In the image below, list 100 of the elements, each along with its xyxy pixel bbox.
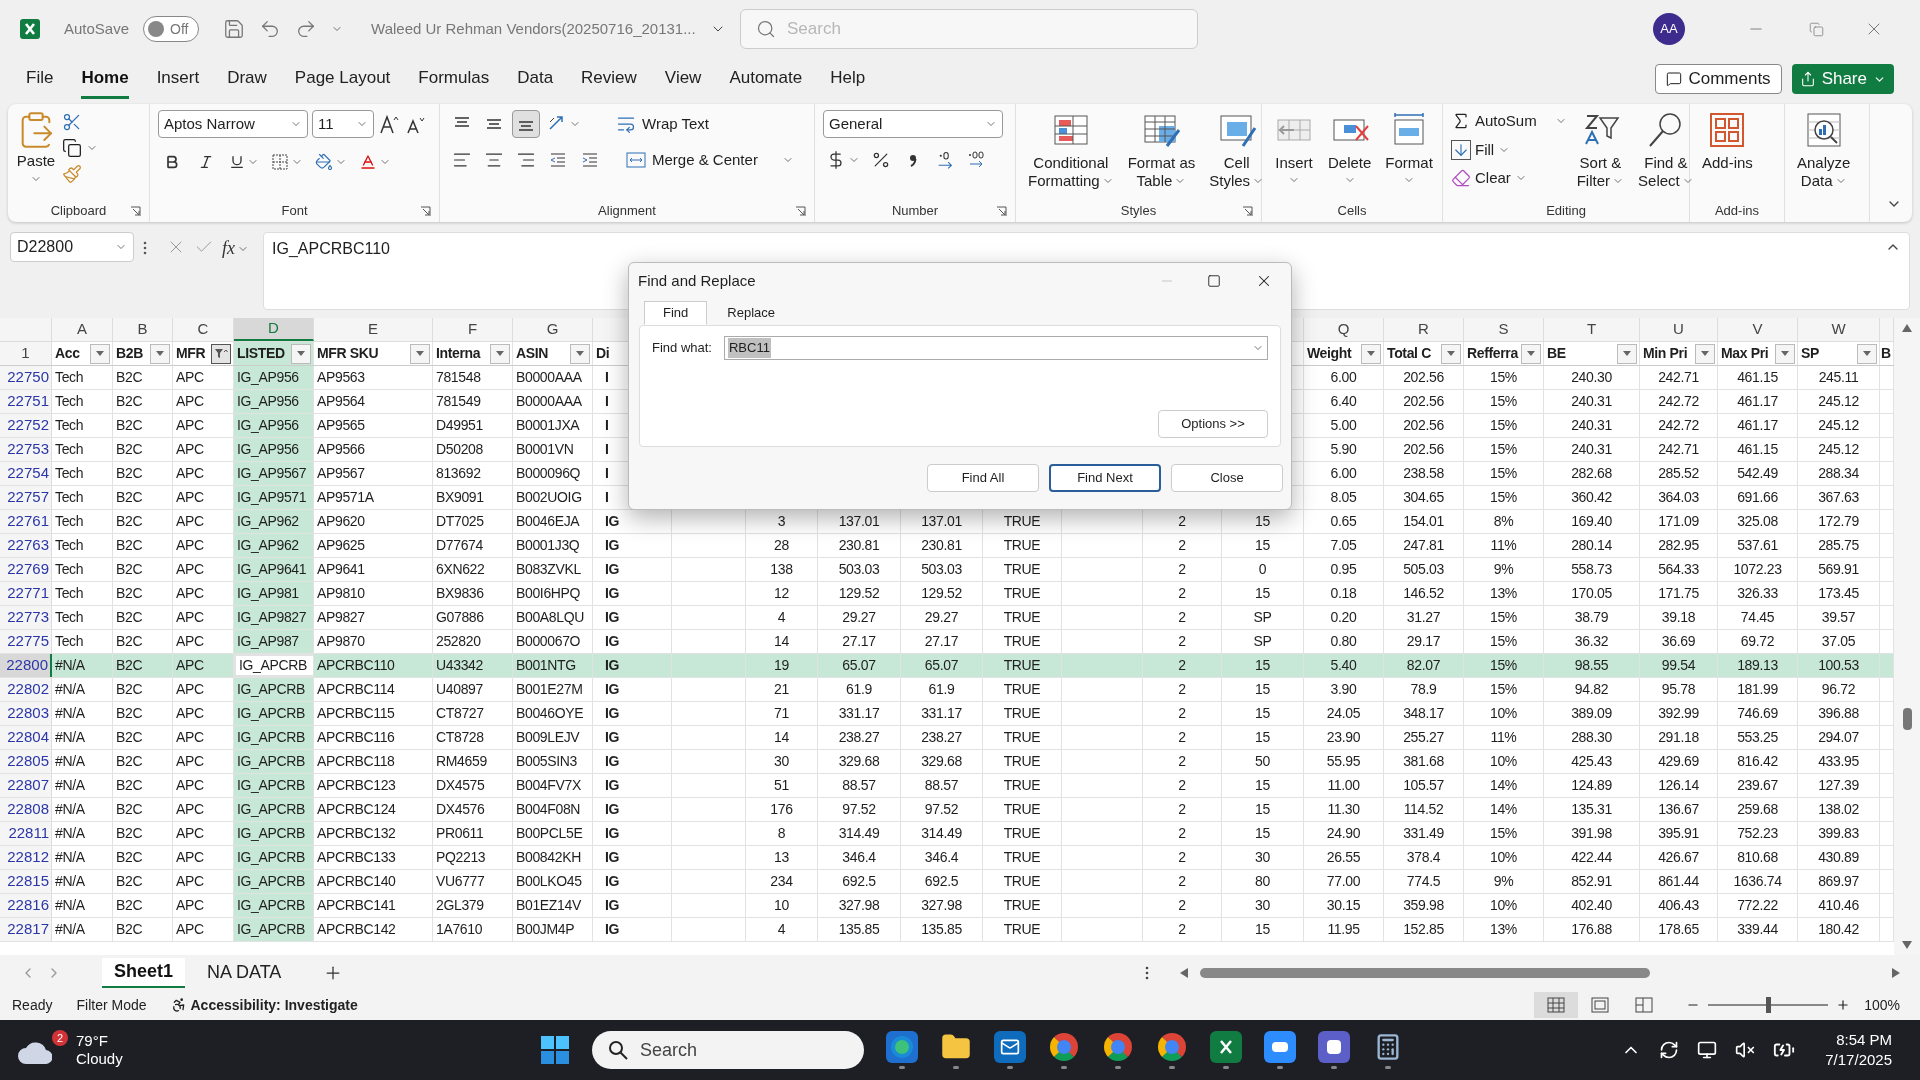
column-letter[interactable]: D — [268, 318, 279, 340]
ribbon-button[interactable]: Format — [1381, 110, 1437, 186]
ribbon-button[interactable]: Analyze Data — [1793, 110, 1855, 190]
sync-icon[interactable] — [1659, 1040, 1680, 1060]
fill-button[interactable]: Fill — [1451, 138, 1567, 161]
menu-tab[interactable]: Home — [81, 58, 129, 100]
column-letter[interactable]: V — [1752, 318, 1763, 341]
options-button[interactable]: Options >> — [1158, 410, 1268, 438]
dialog-button[interactable]: Close — [1171, 464, 1283, 492]
column-letter[interactable]: E — [368, 318, 378, 341]
user-avatar[interactable]: AA — [1653, 13, 1685, 45]
zoom-slider-thumb[interactable] — [1766, 997, 1772, 1013]
wrap-text-button[interactable]: Wrap Text — [616, 112, 709, 136]
column-letter[interactable]: A — [77, 318, 87, 341]
comments-button[interactable]: Comments — [1655, 64, 1782, 94]
column-letter[interactable]: C — [197, 318, 209, 341]
filter-button[interactable] — [211, 343, 231, 364]
column-letter[interactable]: U — [1673, 318, 1684, 341]
paste-button[interactable]: Paste — [16, 110, 56, 185]
file-name[interactable]: Waleed Ur Rehman Vendors(20250716_20131... — [371, 17, 696, 41]
zoom-in-icon[interactable] — [1836, 998, 1851, 1012]
save-icon[interactable] — [223, 18, 246, 40]
menu-tab[interactable]: Page Layout — [294, 58, 391, 100]
zoom-percent[interactable]: 100% — [1864, 994, 1900, 1016]
find-what-field[interactable]: RBC11 — [724, 336, 1268, 360]
name-box[interactable]: D22800 — [10, 232, 134, 262]
filter-button[interactable] — [1521, 343, 1541, 364]
spreadsheet-app-icon[interactable] — [1210, 1031, 1242, 1063]
filter-button[interactable] — [1361, 343, 1381, 364]
font-size-select[interactable]: 11 — [312, 110, 374, 138]
merge-center-button[interactable]: Merge & Center — [626, 148, 794, 172]
column-letter[interactable]: W — [1831, 318, 1846, 341]
menu-tab[interactable]: Draw — [227, 58, 267, 100]
formula-text[interactable]: IG_APCRBC110 — [272, 237, 1885, 261]
scroll-down-icon[interactable] — [1902, 941, 1912, 949]
ribbon-button[interactable]: Sort & Filter — [1572, 110, 1629, 190]
clear-button[interactable]: Clear — [1451, 167, 1567, 190]
menu-tab[interactable]: Help — [830, 58, 866, 100]
browser-icon[interactable] — [886, 1031, 918, 1063]
menu-tab[interactable]: Formulas — [418, 58, 490, 100]
vertical-align-button[interactable] — [512, 110, 540, 138]
dialog-launcher-icon[interactable] — [996, 206, 1007, 217]
ribbon-button[interactable]: Format as Table — [1123, 110, 1200, 190]
font-family-select[interactable]: Aptos Narrow — [158, 110, 308, 138]
maximize-icon[interactable] — [1207, 274, 1221, 288]
filter-button[interactable] — [291, 343, 311, 364]
video-call-icon[interactable] — [1264, 1031, 1296, 1063]
more-options-icon[interactable] — [142, 240, 148, 256]
cut-icon[interactable] — [62, 112, 82, 132]
filter-button[interactable] — [570, 343, 590, 364]
menu-tab[interactable]: Data — [517, 58, 554, 100]
sheet-tab[interactable]: Sheet1 — [102, 957, 186, 988]
taskbar-search-field[interactable]: Search — [592, 1031, 864, 1069]
filter-button[interactable] — [1695, 343, 1715, 364]
row-number[interactable]: 1 — [21, 342, 30, 365]
grow-font-icon[interactable] — [378, 113, 400, 135]
column-letter[interactable]: S — [1498, 318, 1509, 341]
clock-time[interactable]: 8:54 PM — [1836, 1030, 1892, 1050]
dialog-tab[interactable]: Find — [644, 301, 708, 325]
insert-function-button[interactable]: fx — [222, 235, 249, 262]
scroll-left-icon[interactable] — [1180, 967, 1188, 978]
chat-app-icon[interactable] — [1318, 1031, 1350, 1063]
dialog-launcher-icon[interactable] — [420, 206, 431, 217]
accessibility-button[interactable]: Accessibility: Investigate — [170, 994, 358, 1016]
copy-icon[interactable] — [62, 138, 82, 158]
dialog-launcher-icon[interactable] — [130, 206, 141, 217]
mail-icon[interactable] — [994, 1031, 1026, 1063]
menu-tab[interactable]: Insert — [156, 58, 200, 100]
menu-tab[interactable]: View — [664, 58, 702, 100]
more-options-icon[interactable] — [1144, 964, 1150, 981]
share-button[interactable]: Share — [1791, 64, 1894, 94]
ribbon-button[interactable]: Delete — [1324, 110, 1376, 186]
scroll-thumb[interactable] — [1902, 708, 1912, 730]
start-icon[interactable] — [540, 1035, 570, 1065]
column-letter[interactable]: G — [546, 318, 559, 341]
network-icon[interactable] — [1697, 1040, 1718, 1060]
dialog-button[interactable]: Find All — [927, 464, 1039, 492]
search-field[interactable]: Search — [740, 9, 1198, 49]
scroll-up-icon[interactable] — [1902, 324, 1912, 332]
dialog-launcher-icon[interactable] — [795, 206, 806, 217]
filter-button[interactable] — [150, 343, 170, 364]
view-button[interactable] — [1534, 992, 1579, 1018]
ribbon-button[interactable]: Insert — [1270, 110, 1318, 186]
ribbon-button[interactable]: Find & Select — [1634, 110, 1698, 190]
column-letter[interactable]: F — [467, 318, 478, 341]
column-letter[interactable]: R — [1418, 318, 1429, 341]
clock-date[interactable]: 7/17/2025 — [1825, 1050, 1892, 1070]
vertical-scrollbar[interactable] — [1894, 318, 1920, 955]
filter-button[interactable] — [490, 343, 510, 364]
format-painter-icon[interactable] — [62, 164, 82, 184]
column-letter[interactable]: T — [1586, 318, 1597, 341]
menu-tab[interactable]: Automate — [729, 58, 803, 100]
weather-icon[interactable] — [18, 1042, 52, 1064]
column-letter[interactable]: Q — [1337, 318, 1350, 341]
menu-tab[interactable]: File — [26, 58, 54, 100]
ribbon-button[interactable]: Add-ins — [1698, 110, 1757, 172]
column-letter[interactable]: B — [137, 318, 148, 341]
number-format-select[interactable]: General — [823, 110, 1003, 138]
filter-button[interactable] — [1775, 343, 1795, 364]
filter-button[interactable] — [90, 343, 110, 364]
